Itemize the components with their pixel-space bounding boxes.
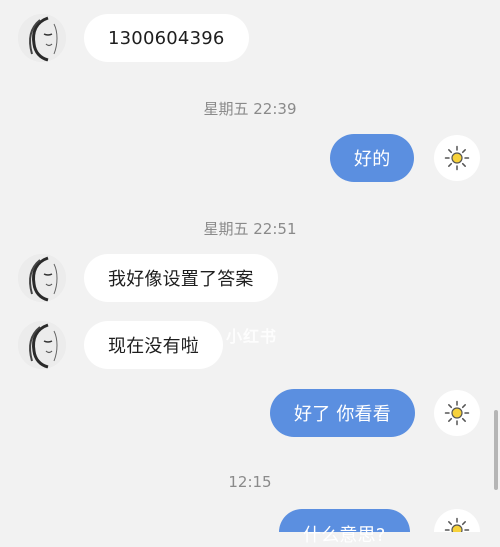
self-avatar[interactable] [434, 509, 480, 532]
sun-icon [444, 400, 470, 426]
outgoing-message[interactable]: 什么意思? [279, 509, 410, 546]
incoming-message[interactable]: 我好像设置了答案 [84, 254, 278, 302]
message-text: 现在没有啦 [108, 336, 199, 357]
portrait-sketch-icon [18, 254, 66, 302]
timestamp: 12:15 [228, 473, 272, 491]
incoming-message[interactable]: 1300604396 [84, 14, 249, 62]
message-text: 1300604396 [108, 27, 225, 49]
contact-avatar[interactable] [18, 254, 66, 302]
sun-icon [444, 517, 470, 532]
message-text: 好了 你看看 [294, 404, 391, 425]
sun-icon [444, 145, 470, 171]
contact-avatar[interactable] [18, 321, 66, 369]
outgoing-message[interactable]: 好的 [330, 134, 415, 182]
message-text: 好的 [354, 149, 391, 170]
self-avatar[interactable] [434, 390, 480, 436]
watermark-logo: 小红书 [226, 327, 278, 346]
portrait-sketch-icon [18, 14, 66, 62]
portrait-sketch-icon [18, 321, 66, 369]
self-avatar[interactable] [434, 135, 480, 181]
message-text: 什么意思? [303, 525, 386, 546]
incoming-message[interactable]: 现在没有啦 [84, 321, 223, 369]
chat-conversation[interactable]: 1300604396 星期五 22:39 好的 星期五 22:51 我好像设置了… [0, 0, 500, 546]
outgoing-message[interactable]: 好了 你看看 [270, 389, 415, 437]
timestamp: 星期五 22:39 [203, 100, 297, 118]
timestamp: 星期五 22:51 [203, 220, 297, 238]
contact-avatar[interactable] [18, 14, 66, 62]
message-text: 我好像设置了答案 [108, 269, 254, 290]
scrollbar[interactable] [494, 410, 498, 490]
